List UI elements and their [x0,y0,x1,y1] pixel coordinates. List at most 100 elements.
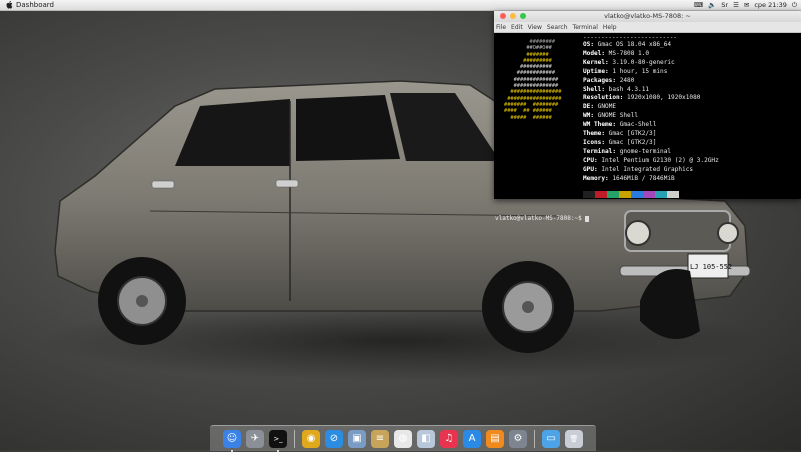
info-key: Uptime: [583,67,609,75]
top-panel: Dashboard ⌨ 🔈 Sr ☰ ✉ сре 21:39 ⏻ [0,0,801,11]
info-line: Memory: 1646MiB / 7846MiB [583,175,719,184]
safari-icon[interactable]: ⊘ [325,429,343,448]
terminal-output[interactable]: -------------------------- ######## ##O#… [494,33,801,222]
menu-file[interactable]: File [496,24,506,31]
info-value: 2480 [616,76,635,84]
info-key: OS: [583,41,595,48]
dock: ☺ ✈ >_ ◉ ⊘ ▣ ≡ ◍ ◧ ♫ A ▤ ⚙ ▭ 🗑 [210,425,596,452]
menu-view[interactable]: View [528,24,542,31]
info-key: WM Theme: [583,121,617,129]
info-value: GNOME [594,103,617,111]
trash-icon[interactable]: 🗑 [565,429,583,448]
itunes-icon[interactable]: ♫ [440,429,458,448]
system-preferences-icon[interactable]: ⚙ [509,429,527,448]
terminal-icon[interactable]: >_ [269,429,287,452]
info-line: Icons: Gmac [GTK2/3] [583,139,719,148]
dock-separator [294,429,295,448]
keyboard-layout[interactable]: Sr [721,1,728,9]
window-title: vlatko@vlatko-MS-7808: ~ [604,12,691,20]
ascii-logo-line: ############ [504,70,556,77]
palette-swatch [619,191,631,198]
palette-swatch [595,191,607,198]
info-key: Kernel: [583,58,609,66]
info-line: Kernel: 3.19.0-80-generic [583,59,719,68]
ascii-logo-line: ##### ###### [504,114,552,121]
dock-separator [534,429,535,448]
system-info: OS: Gmac OS 18.04 x86_64 Model: MS-7808 1… [583,41,719,184]
info-value: Gmac [GTK2/3] [605,130,657,138]
app-store-icon[interactable]: A [463,429,481,448]
info-value: 1646MiB / 7846MiB [608,174,675,182]
palette-swatch [655,191,667,198]
system-tray: ⌨ 🔈 Sr ☰ ✉ сре 21:39 ⏻ [694,1,797,10]
preview-icon[interactable]: ▣ [348,429,366,448]
palette-swatch [667,191,679,198]
info-line: GPU: Intel Integrated Graphics [583,166,719,175]
info-key: WM: [583,112,595,120]
menu-terminal[interactable]: Terminal [573,24,598,31]
info-line: Uptime: 1 hour, 15 mins [583,68,719,77]
rear-wheel [98,257,186,345]
info-line: Theme: Gmac [GTK2/3] [583,130,719,139]
ascii-logo-line: ################ [504,89,562,96]
launchpad-icon[interactable]: ✈ [246,429,264,448]
active-app-name[interactable]: Dashboard [16,1,54,9]
palette-swatch [643,191,655,198]
contacts-icon[interactable]: ◧ [417,429,435,448]
info-value: MS-7808 1.0 [605,49,650,57]
terminal-titlebar[interactable]: vlatko@vlatko-MS-7808: ~ [494,11,801,22]
info-value: Gmac [GTK2/3] [605,138,657,146]
folder-icon[interactable]: ▭ [542,429,560,448]
terminal-window[interactable]: vlatko@vlatko-MS-7808: ~ File Edit View … [494,11,801,222]
keyboard-icon[interactable]: ⌨ [694,1,703,9]
info-key: Icons: [583,138,606,146]
info-key: Memory: [583,174,609,182]
info-line: WM Theme: Gmac-Shell [583,121,719,130]
menu-search[interactable]: Search [547,24,568,31]
menu-edit[interactable]: Edit [511,24,523,31]
info-separator: -------------------------- [583,34,677,41]
ibooks-icon[interactable]: ▤ [486,429,504,448]
front-wheel [482,261,574,353]
info-key: CPU: [583,156,598,164]
palette-swatch [631,191,643,198]
info-key: Shell: [583,85,606,93]
menu-help[interactable]: Help [603,24,617,31]
info-key: Resolution: [583,94,624,102]
finder-icon[interactable]: ☺ [223,429,241,452]
photos-icon[interactable]: ◍ [394,429,412,448]
chat-icon[interactable]: ✉ [744,1,749,9]
license-plate: LJ 105-552 [690,263,732,271]
info-value: Intel Integrated Graphics [597,165,694,173]
info-line: Terminal: gnome-terminal [583,148,719,157]
chrome-icon[interactable]: ◉ [302,429,320,448]
info-value: Gmac-Shell [616,121,657,129]
notes-icon[interactable]: ≡ [371,429,389,448]
info-value: Gmac OS 18.04 x86_64 [594,41,672,48]
power-icon[interactable]: ⏻ [792,1,797,10]
info-key: Model: [583,49,606,57]
volume-icon[interactable]: 🔈 [708,1,716,9]
close-button[interactable] [500,13,506,19]
apple-icon[interactable] [4,0,14,10]
info-line: Resolution: 1920x1080, 1920x1080 [583,94,719,103]
info-key: Packages: [583,76,617,84]
info-value: gnome-terminal [616,147,672,155]
shell-prompt[interactable]: vlatko@vlatko-MS-7808:~$ [495,215,590,222]
ascii-logo: ######## ##O##O## ####### ######### ####… [504,39,561,121]
info-line: OS: Gmac OS 18.04 x86_64 [583,41,719,50]
palette-swatch [583,191,595,198]
info-line: Model: MS-7808 1.0 [583,50,719,59]
info-line: WM: GNOME Shell [583,112,719,121]
info-key: Terminal: [583,147,617,155]
cursor [585,215,590,222]
minimize-button[interactable] [510,13,516,19]
clock[interactable]: сре 21:39 [754,1,787,9]
maximize-button[interactable] [520,13,526,19]
info-key: GPU: [583,165,598,173]
info-value: bash 4.3.11 [605,85,650,93]
info-line: DE: GNOME [583,103,719,112]
info-value: GNOME Shell [594,112,639,120]
info-value: 1 hour, 15 mins [608,67,668,75]
wifi-icon[interactable]: ☰ [733,1,739,9]
